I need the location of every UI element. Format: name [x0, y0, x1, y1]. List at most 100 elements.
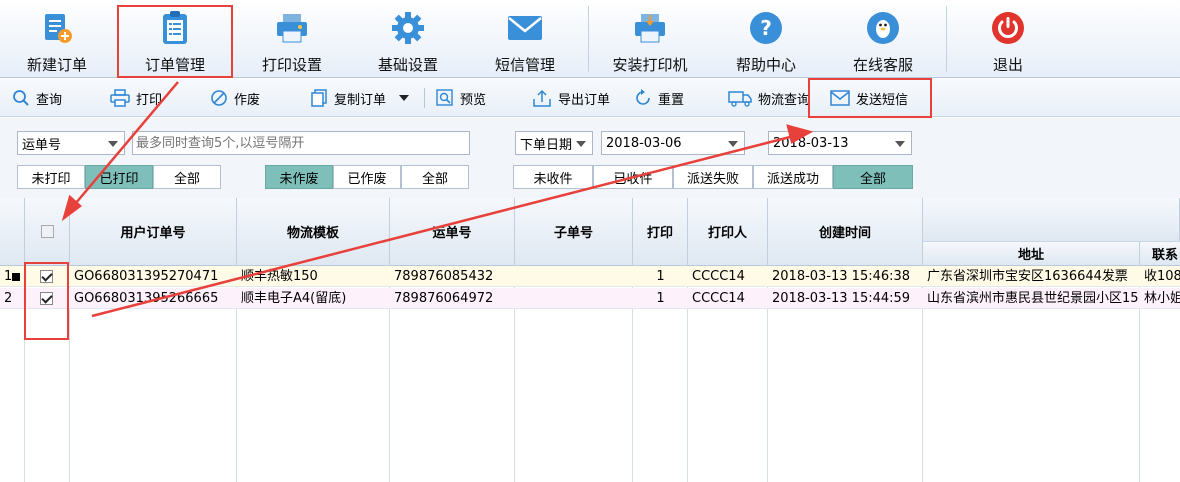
export-order-button[interactable]: 导出订单: [532, 79, 610, 117]
highlight-order-manage: [117, 5, 233, 78]
copy-order-dropdown[interactable]: [398, 79, 416, 117]
filter-delivery-failed[interactable]: 派送失败: [673, 165, 753, 189]
online-service-button[interactable]: 在线客服: [846, 0, 920, 78]
cell-waybill: 789876085432: [394, 269, 494, 284]
header-sub-no-label: 子单号: [553, 226, 593, 241]
basic-settings-label: 基础设置: [377, 56, 438, 74]
export-order-label: 导出订单: [558, 92, 611, 108]
filter-received[interactable]: 已收件: [593, 165, 673, 189]
highlight-checkboxes: [24, 262, 69, 340]
header-contact[interactable]: 联系: [1140, 242, 1180, 266]
sms-manage-button[interactable]: 短信管理: [488, 0, 562, 78]
header-created[interactable]: 创建时间: [768, 198, 923, 266]
reset-label: 重置: [658, 92, 685, 108]
reset-button[interactable]: 重置: [634, 79, 684, 117]
header-sub-no[interactable]: 子单号: [515, 198, 633, 266]
preview-button[interactable]: 预览: [436, 79, 486, 117]
exit-button[interactable]: 退出: [980, 0, 1036, 78]
date-type-value: 下单日期: [520, 137, 573, 153]
logistics-query-button[interactable]: 物流查询: [728, 79, 810, 117]
preview-label: 预览: [460, 92, 487, 108]
basic-settings-button[interactable]: 基础设置: [372, 0, 444, 78]
header-contact-label: 联系: [1152, 248, 1179, 263]
new-order-label: 新建订单: [26, 56, 87, 74]
print-settings-label: 打印设置: [261, 56, 322, 74]
app-window: 新建订单 订单管理 打印设置 基础设置 短信管理 安装打印机 ? 帮助中心 在线…: [0, 0, 1180, 482]
print-label: 打印: [136, 92, 163, 108]
cell-contact: 收108: [1144, 269, 1180, 284]
cell-created: 2018-03-13 15:44:59: [772, 291, 911, 306]
copy-icon: [311, 89, 327, 107]
svg-text:?: ?: [760, 16, 772, 40]
cell-address: 广东省深圳市宝安区1636644发票: [927, 269, 1128, 284]
print-settings-button[interactable]: 打印设置: [256, 0, 328, 78]
filter-not-received[interactable]: 未收件: [513, 165, 593, 189]
orders-table: 用户订单号 物流模板 运单号 子单号 打印 打印人 创建时间 地址 联系 1 G…: [0, 198, 1180, 482]
filter-voided[interactable]: 已作废: [333, 165, 401, 189]
header-address[interactable]: 地址: [923, 242, 1140, 266]
date-to-picker[interactable]: 2018-03-13: [768, 131, 912, 155]
header-printer-label: 打印人: [707, 226, 747, 241]
highlight-send-sms: [808, 78, 932, 118]
select-all-checkbox[interactable]: [40, 225, 54, 238]
cell-created: 2018-03-13 15:46:38: [772, 269, 911, 284]
dropdown-arrow-icon: [895, 141, 905, 147]
toolbar-divider: [588, 6, 589, 72]
print-button[interactable]: 打印: [110, 79, 162, 117]
header-print[interactable]: 打印: [633, 198, 688, 266]
header-user-order-no-label: 用户订单号: [120, 226, 186, 241]
date-from-picker[interactable]: 2018-03-06: [601, 131, 745, 155]
current-row-marker-icon: [12, 273, 20, 281]
void-button[interactable]: 作废: [210, 79, 260, 117]
header-address-label: 地址: [1017, 248, 1044, 263]
filter-unprinted[interactable]: 未打印: [17, 165, 85, 189]
filter-print-all[interactable]: 全部: [153, 165, 221, 189]
action-divider: [424, 88, 425, 108]
help-center-button[interactable]: ? 帮助中心: [730, 0, 802, 78]
printer-icon: [110, 89, 130, 107]
dropdown-arrow-icon: [108, 141, 118, 147]
copy-order-button[interactable]: 复制订单: [310, 79, 386, 117]
install-printer-label: 安装打印机: [612, 56, 688, 74]
filter-not-void[interactable]: 未作废: [265, 165, 333, 189]
new-order-button[interactable]: 新建订单: [22, 0, 92, 78]
header-template[interactable]: 物流模板: [237, 198, 390, 266]
header-printer[interactable]: 打印人: [688, 198, 768, 266]
install-printer-button[interactable]: 安装打印机: [606, 0, 694, 78]
export-icon: [533, 89, 551, 107]
gear-icon: [388, 8, 428, 48]
cell-sub-no: [515, 288, 633, 309]
filter-delivery-all[interactable]: 全部: [833, 165, 913, 189]
toolbar-divider: [946, 6, 947, 72]
table-row[interactable]: 1 GO668031395270471 顺丰热敏150 789876085432…: [0, 266, 1180, 287]
sms-manage-label: 短信管理: [494, 56, 555, 74]
table-row[interactable]: 2 GO668031395266665 顺丰电子A4(留底) 789876064…: [0, 288, 1180, 309]
header-receiver-group: [923, 198, 1180, 242]
filter-received-label: 已收件: [613, 171, 653, 187]
filter-void-all[interactable]: 全部: [401, 165, 469, 189]
copy-order-label: 复制订单: [334, 92, 387, 108]
header-waybill-no[interactable]: 运单号: [390, 198, 515, 266]
cell-printer: CCCC14: [692, 291, 745, 306]
search-type-select[interactable]: 运单号: [17, 131, 125, 155]
filter-delivered[interactable]: 派送成功: [753, 165, 833, 189]
dropdown-arrow-icon: [576, 141, 586, 147]
cell-printer: CCCC14: [692, 269, 745, 284]
printer-download-icon: [630, 8, 670, 48]
truck-icon: [728, 91, 752, 107]
header-print-label: 打印: [646, 226, 673, 241]
header-template-label: 物流模板: [286, 226, 339, 241]
query-button[interactable]: 查询: [12, 79, 62, 117]
exit-label: 退出: [992, 56, 1023, 74]
filter-delivered-label: 派送成功: [766, 171, 819, 187]
header-user-order-no[interactable]: 用户订单号: [70, 198, 237, 266]
cell-print-count: 1: [656, 269, 665, 284]
date-type-select[interactable]: 下单日期: [515, 131, 593, 155]
filter-printed[interactable]: 已打印: [85, 165, 153, 189]
search-type-value: 运单号: [22, 137, 62, 153]
search-input[interactable]: [132, 131, 470, 155]
filter-not-void-label: 未作废: [279, 171, 319, 187]
cell-waybill: 789876064972: [394, 291, 494, 306]
row-index: 1: [4, 269, 12, 284]
date-to-value: 2018-03-13: [773, 135, 849, 151]
